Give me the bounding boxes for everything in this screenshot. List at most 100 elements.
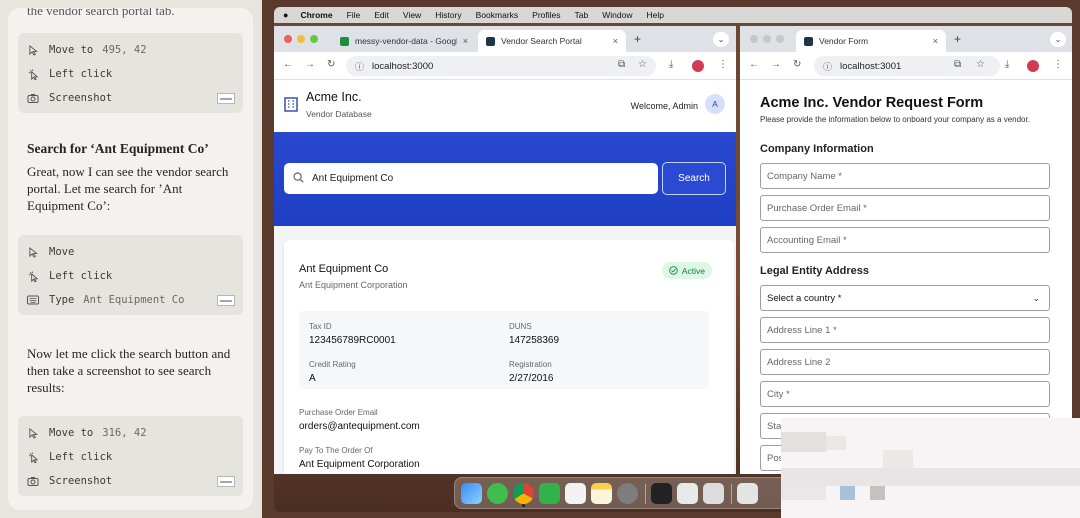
redaction-block: [826, 436, 846, 450]
apple-logo-icon[interactable]: ●: [283, 10, 288, 20]
status-badge: Active: [661, 262, 712, 279]
url-text: localhost:3000: [372, 60, 434, 72]
reminders-icon[interactable]: [565, 483, 586, 504]
back-arrow-icon[interactable]: ←: [283, 59, 293, 70]
search-button[interactable]: Search: [662, 162, 726, 195]
city-field[interactable]: City *: [760, 381, 1050, 407]
transcript-panel: the vendor search portal tab. Move to 49…: [0, 0, 262, 518]
redaction-block: [781, 432, 826, 452]
minimize-window-button[interactable]: [297, 35, 305, 43]
reload-icon[interactable]: ↻: [793, 59, 801, 70]
new-tab-button[interactable]: +: [954, 32, 961, 46]
textedit-icon[interactable]: [703, 483, 724, 504]
facetime-icon[interactable]: [539, 483, 560, 504]
system-settings-icon[interactable]: [617, 483, 638, 504]
welcome-text: Welcome, Admin: [630, 101, 698, 111]
credit-rating-value: A: [309, 373, 316, 384]
chrome-icon[interactable]: [513, 483, 534, 504]
close-window-button[interactable]: [284, 35, 292, 43]
reload-icon[interactable]: ↻: [327, 59, 335, 70]
menu-profiles[interactable]: Profiles: [532, 10, 560, 20]
tab-search-button[interactable]: ⌄: [713, 32, 729, 47]
download-icon[interactable]: ⤓: [1005, 59, 1009, 70]
tab-vendor-search-portal[interactable]: Vendor Search Portal ×: [478, 30, 626, 52]
zoom-window-button[interactable]: [776, 35, 784, 43]
forward-arrow-icon[interactable]: →: [305, 59, 315, 70]
terminal-icon[interactable]: [651, 483, 672, 504]
menu-help[interactable]: Help: [646, 10, 663, 20]
site-favicon-icon: [486, 36, 495, 46]
po-email-value: orders@antequipment.com: [299, 421, 420, 432]
search-hero: Ant Equipment Co Search: [274, 132, 736, 226]
po-email-field[interactable]: Purchase Order Email *: [760, 195, 1050, 221]
assistant-message-1: Search for ‘Ant Equipment Co’ Great, now…: [18, 140, 243, 214]
profile-avatar-icon[interactable]: [692, 60, 704, 72]
download-icon[interactable]: ⤓: [669, 59, 673, 70]
site-info-icon[interactable]: ⓘ: [355, 60, 364, 73]
action-row: Left click: [26, 268, 235, 284]
url-text: localhost:3001: [840, 60, 902, 72]
menu-history[interactable]: History: [435, 10, 461, 20]
click-icon: [26, 450, 40, 464]
cursor-move-icon: [26, 245, 40, 259]
address-bar[interactable]: ⓘ localhost:3000: [346, 56, 656, 76]
bookmark-star-icon[interactable]: ☆: [638, 59, 647, 70]
action-row: Screenshot: [26, 90, 235, 106]
company-name-field[interactable]: Company Name *: [760, 163, 1050, 189]
country-select[interactable]: Select a country * ⌄: [760, 285, 1050, 311]
profile-avatar-icon[interactable]: [1027, 60, 1039, 72]
notes-icon[interactable]: [591, 483, 612, 504]
address-bar[interactable]: ⓘ localhost:3001: [814, 56, 1000, 76]
company-subtitle: Vendor Database: [306, 109, 372, 119]
sheets-icon: [340, 36, 349, 46]
cast-icon[interactable]: ⧉: [618, 59, 625, 70]
user-avatar[interactable]: A: [705, 94, 725, 114]
tab-messy-vendor-data[interactable]: messy-vendor-data - Google ×: [332, 30, 476, 52]
close-tab-icon[interactable]: ×: [463, 36, 468, 46]
action-row: Type Ant Equipment Co: [26, 292, 235, 308]
dock-separator: [731, 484, 732, 504]
tab-strip: Vendor Form × + ⌄: [740, 26, 1072, 52]
bookmark-star-icon[interactable]: ☆: [976, 59, 985, 70]
duns-label: DUNS: [509, 322, 532, 331]
back-arrow-icon[interactable]: ←: [749, 59, 759, 70]
tab-vendor-form[interactable]: Vendor Form ×: [796, 30, 946, 52]
close-tab-icon[interactable]: ×: [613, 36, 618, 46]
menu-window[interactable]: Window: [602, 10, 632, 20]
vendor-result-card[interactable]: Ant Equipment Co Ant Equipment Corporati…: [284, 240, 734, 474]
file-icon[interactable]: [737, 483, 758, 504]
document-icon[interactable]: [677, 483, 698, 504]
accounting-email-field[interactable]: Accounting Email *: [760, 227, 1050, 253]
new-tab-button[interactable]: +: [634, 32, 641, 46]
browser-menu-icon[interactable]: ⋮: [718, 59, 728, 70]
address-line-1-field[interactable]: Address Line 1 *: [760, 317, 1050, 343]
tab-search-button[interactable]: ⌄: [1050, 32, 1066, 47]
messages-icon[interactable]: [487, 483, 508, 504]
portal-header: Acme Inc. Vendor Database Welcome, Admin…: [274, 80, 736, 132]
site-info-icon[interactable]: ⓘ: [823, 60, 832, 73]
menu-view[interactable]: View: [403, 10, 421, 20]
close-tab-icon[interactable]: ×: [933, 36, 938, 46]
menu-file[interactable]: File: [347, 10, 361, 20]
menu-bookmarks[interactable]: Bookmarks: [476, 10, 519, 20]
vendor-search-input[interactable]: Ant Equipment Co: [284, 163, 658, 194]
cast-icon[interactable]: ⧉: [954, 59, 961, 70]
browser-menu-icon[interactable]: ⋮: [1053, 59, 1063, 70]
address-line-2-field[interactable]: Address Line 2: [760, 349, 1050, 375]
section-company-information: Company Information: [760, 143, 874, 155]
minimize-window-button[interactable]: [763, 35, 771, 43]
forward-arrow-icon[interactable]: →: [771, 59, 781, 70]
close-window-button[interactable]: [750, 35, 758, 43]
search-icon: [293, 171, 304, 186]
menu-chrome[interactable]: Chrome: [300, 10, 332, 20]
menu-tab[interactable]: Tab: [575, 10, 589, 20]
screenshot-thumbnail[interactable]: [217, 92, 235, 104]
mac-menubar: ● Chrome File Edit View History Bookmark…: [274, 7, 1072, 23]
form-description: Please provide the information below to …: [760, 115, 1030, 124]
check-circle-icon: [669, 266, 678, 275]
finder-icon[interactable]: [461, 483, 482, 504]
screenshot-thumbnail[interactable]: [217, 294, 235, 306]
zoom-window-button[interactable]: [310, 35, 318, 43]
screenshot-thumbnail[interactable]: [217, 475, 235, 487]
menu-edit[interactable]: Edit: [374, 10, 389, 20]
